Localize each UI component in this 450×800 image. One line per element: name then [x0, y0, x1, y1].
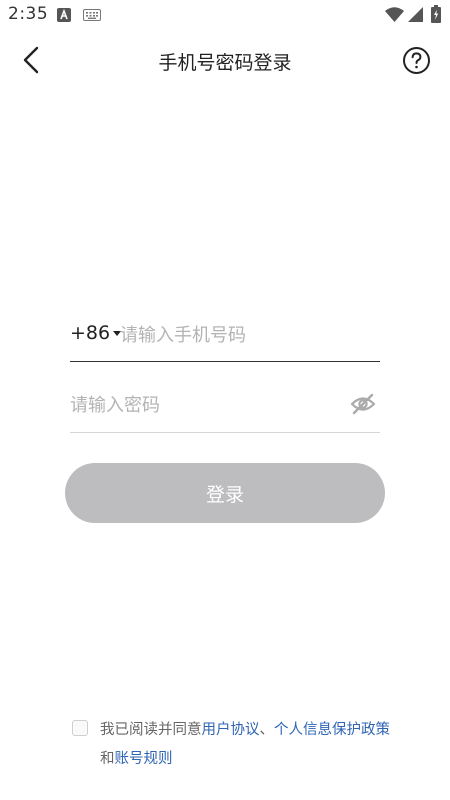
keyboard-icon	[83, 9, 101, 21]
agreement-separator: 、	[259, 722, 275, 738]
country-code-label: +86	[70, 322, 111, 344]
help-circle-icon	[403, 47, 430, 74]
account-rules-link[interactable]: 账号规则	[115, 751, 173, 767]
header: 手机号密码登录	[0, 36, 450, 84]
signal-icon	[408, 7, 423, 22]
status-time: 2:35	[8, 4, 49, 24]
password-visibility-toggle[interactable]	[350, 392, 376, 416]
a-notification-icon	[57, 8, 71, 22]
login-button[interactable]: 登录	[65, 463, 385, 523]
agreement-conjunction: 和	[100, 751, 115, 767]
password-input[interactable]	[70, 388, 340, 422]
password-row	[70, 380, 380, 433]
agreement-text: 我已阅读并同意用户协议、个人信息保护政策和账号规则	[100, 716, 390, 774]
privacy-policy-link[interactable]: 个人信息保护政策	[274, 722, 390, 738]
phone-input[interactable]	[120, 318, 375, 352]
status-bar: 2:35	[0, 0, 450, 30]
help-button[interactable]	[402, 46, 431, 75]
page-title: 手机号密码登录	[158, 52, 292, 74]
phone-row: +86	[70, 310, 380, 362]
agree-checkbox[interactable]	[72, 720, 88, 736]
country-code-selector[interactable]: +86	[70, 322, 122, 344]
user-agreement-link[interactable]: 用户协议	[202, 722, 260, 738]
battery-icon	[431, 5, 441, 23]
wifi-icon	[385, 7, 404, 22]
eye-off-icon	[350, 393, 376, 415]
agreement-prefix: 我已阅读并同意	[100, 722, 202, 738]
